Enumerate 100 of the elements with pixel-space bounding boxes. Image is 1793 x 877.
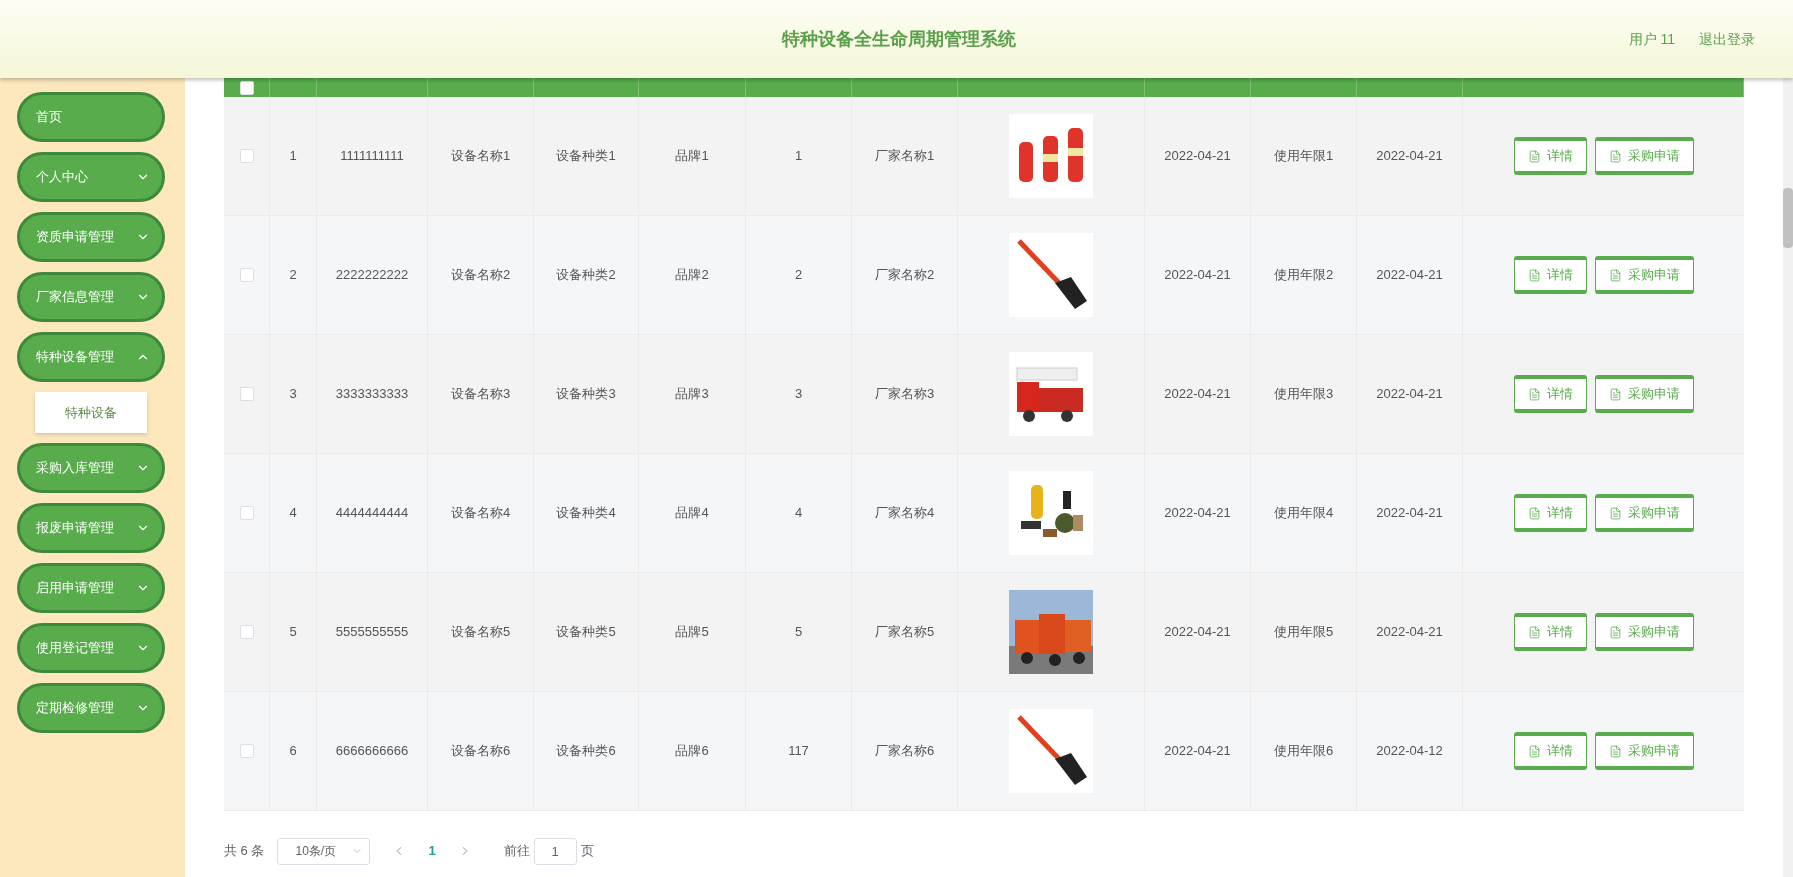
type-cell-text: 设备种类2 (556, 266, 616, 285)
checkbox[interactable] (239, 387, 254, 401)
index-cell-text: 3 (289, 385, 297, 404)
page-number[interactable]: 1 (428, 841, 436, 861)
purchase-button[interactable]: 采购申请 (1594, 137, 1694, 175)
menu-item[interactable]: 采购入库管理 (17, 443, 165, 493)
detail-button[interactable]: 详情 (1513, 732, 1587, 770)
index-cell-text: 4 (289, 504, 297, 523)
maker-cell-text: 厂家名称3 (874, 385, 935, 404)
brand-cell-text: 品牌5 (675, 623, 709, 642)
date-cell-text: 2022-04-21 (1376, 504, 1443, 523)
detail-button[interactable]: 详情 (1513, 137, 1587, 175)
purchase-button[interactable]: 采购申请 (1594, 494, 1694, 532)
document-icon (1608, 744, 1622, 758)
life-cell-text: 使用年限5 (1273, 623, 1334, 642)
detail-button[interactable]: 详情 (1513, 494, 1587, 532)
purchase-button[interactable]: 采购申请 (1594, 613, 1694, 651)
life-cell-text: 使用年限3 (1273, 385, 1334, 404)
page-size-select[interactable]: 10条/页 (277, 837, 371, 865)
menu-item[interactable]: 个人中心 (17, 152, 165, 202)
brand-cell-text: 品牌6 (675, 742, 709, 761)
date-cell-text: 2022-04-21 (1376, 266, 1443, 285)
maker-cell-text: 厂家名称6 (874, 742, 935, 761)
name-cell-text: 设备名称1 (450, 147, 511, 166)
maker-cell-text: 厂家名称4 (874, 504, 935, 523)
menu-item[interactable]: 报废申请管理 (17, 503, 165, 553)
menu-item[interactable]: 使用登记管理 (17, 623, 165, 673)
life-cell-text: 使用年限2 (1273, 266, 1334, 285)
menu-item[interactable]: 启用申请管理 (17, 563, 165, 613)
date-cell-text: 2022-04-12 (1376, 742, 1443, 761)
code-cell-text: 1111111111 (340, 147, 404, 166)
quantity-cell-text: 2 (794, 266, 803, 285)
logout-link[interactable]: 退出登录 (1699, 28, 1755, 50)
type-cell-text: 设备种类3 (556, 385, 616, 404)
date-cell-text: 2022-04-21 (1164, 147, 1231, 166)
code-cell-text: 5555555555 (335, 623, 409, 642)
detail-button[interactable]: 详情 (1513, 375, 1587, 413)
document-icon (1608, 268, 1622, 282)
menu-item[interactable]: 特种设备管理 (17, 332, 165, 382)
date-cell-text: 2022-04-21 (1164, 742, 1231, 761)
brand-cell-text: 品牌1 (675, 147, 709, 166)
document-icon (1608, 149, 1622, 163)
maker-cell-text: 厂家名称1 (874, 147, 935, 166)
document-icon (1608, 625, 1622, 639)
checkbox[interactable] (239, 625, 254, 639)
checkbox[interactable] (239, 744, 254, 758)
quantity-cell-text: 3 (794, 385, 803, 404)
document-icon (1527, 625, 1541, 639)
name-cell-text: 设备名称4 (450, 504, 511, 523)
checkbox[interactable] (239, 506, 254, 520)
quantity-cell-text: 1 (794, 147, 803, 166)
life-cell-text: 使用年限1 (1273, 147, 1334, 166)
type-cell-text: 设备种类5 (556, 623, 616, 642)
document-icon (1608, 387, 1622, 401)
life-cell-text: 使用年限6 (1273, 742, 1334, 761)
brand-cell-text: 品牌2 (675, 266, 709, 285)
menu-item[interactable]: 厂家信息管理 (17, 272, 165, 322)
code-cell-text: 3333333333 (335, 385, 409, 404)
type-cell-text: 设备种类4 (556, 504, 616, 523)
purchase-button[interactable]: 采购申请 (1594, 375, 1694, 413)
quantity-cell-text: 4 (794, 504, 803, 523)
goto-label: 前往 (503, 842, 530, 861)
app-title: 特种设备全生命周期管理系统 (782, 27, 1017, 51)
quantity-cell-text: 5 (794, 623, 803, 642)
page-input[interactable]: 1 (533, 837, 577, 865)
menu-item[interactable]: 定期检修管理 (17, 683, 165, 733)
menu-item[interactable]: 资质申请管理 (17, 212, 165, 262)
purchase-button[interactable]: 采购申请 (1594, 256, 1694, 294)
name-cell-text: 设备名称2 (450, 266, 511, 285)
index-cell-text: 6 (289, 742, 297, 761)
checkbox[interactable] (239, 80, 254, 95)
name-cell-text: 设备名称5 (450, 623, 511, 642)
type-cell-text: 设备种类6 (556, 742, 616, 761)
date-cell-text: 2022-04-21 (1164, 504, 1231, 523)
document-icon (1527, 506, 1541, 520)
checkbox[interactable] (239, 149, 254, 163)
detail-button[interactable]: 详情 (1513, 256, 1587, 294)
name-cell-text: 设备名称3 (450, 385, 511, 404)
purchase-button[interactable]: 采购申请 (1594, 732, 1694, 770)
date-cell-text: 2022-04-21 (1376, 147, 1443, 166)
date-cell-text: 2022-04-21 (1376, 623, 1443, 642)
document-icon (1527, 149, 1541, 163)
submenu-item[interactable]: 特种设备 (35, 392, 147, 433)
life-cell-text: 使用年限4 (1273, 504, 1334, 523)
page-suffix: 页 (580, 842, 594, 861)
detail-button[interactable]: 详情 (1513, 613, 1587, 651)
document-icon (1527, 268, 1541, 282)
checkbox[interactable] (239, 268, 254, 282)
code-cell-text: 6666666666 (335, 742, 409, 761)
date-cell-text: 2022-04-21 (1164, 266, 1231, 285)
menu-item[interactable]: 首页 (17, 92, 165, 142)
code-cell-text: 4444444444 (335, 504, 409, 523)
name-cell-text: 设备名称6 (450, 742, 511, 761)
code-cell-text: 2222222222 (335, 266, 409, 285)
brand-cell-text: 品牌3 (675, 385, 709, 404)
type-cell-text: 设备种类1 (556, 147, 616, 166)
total-count: 共 6 条 (224, 842, 265, 861)
index-cell-text: 5 (289, 623, 297, 642)
index-cell-text: 2 (289, 266, 297, 285)
maker-cell-text: 厂家名称2 (874, 266, 935, 285)
